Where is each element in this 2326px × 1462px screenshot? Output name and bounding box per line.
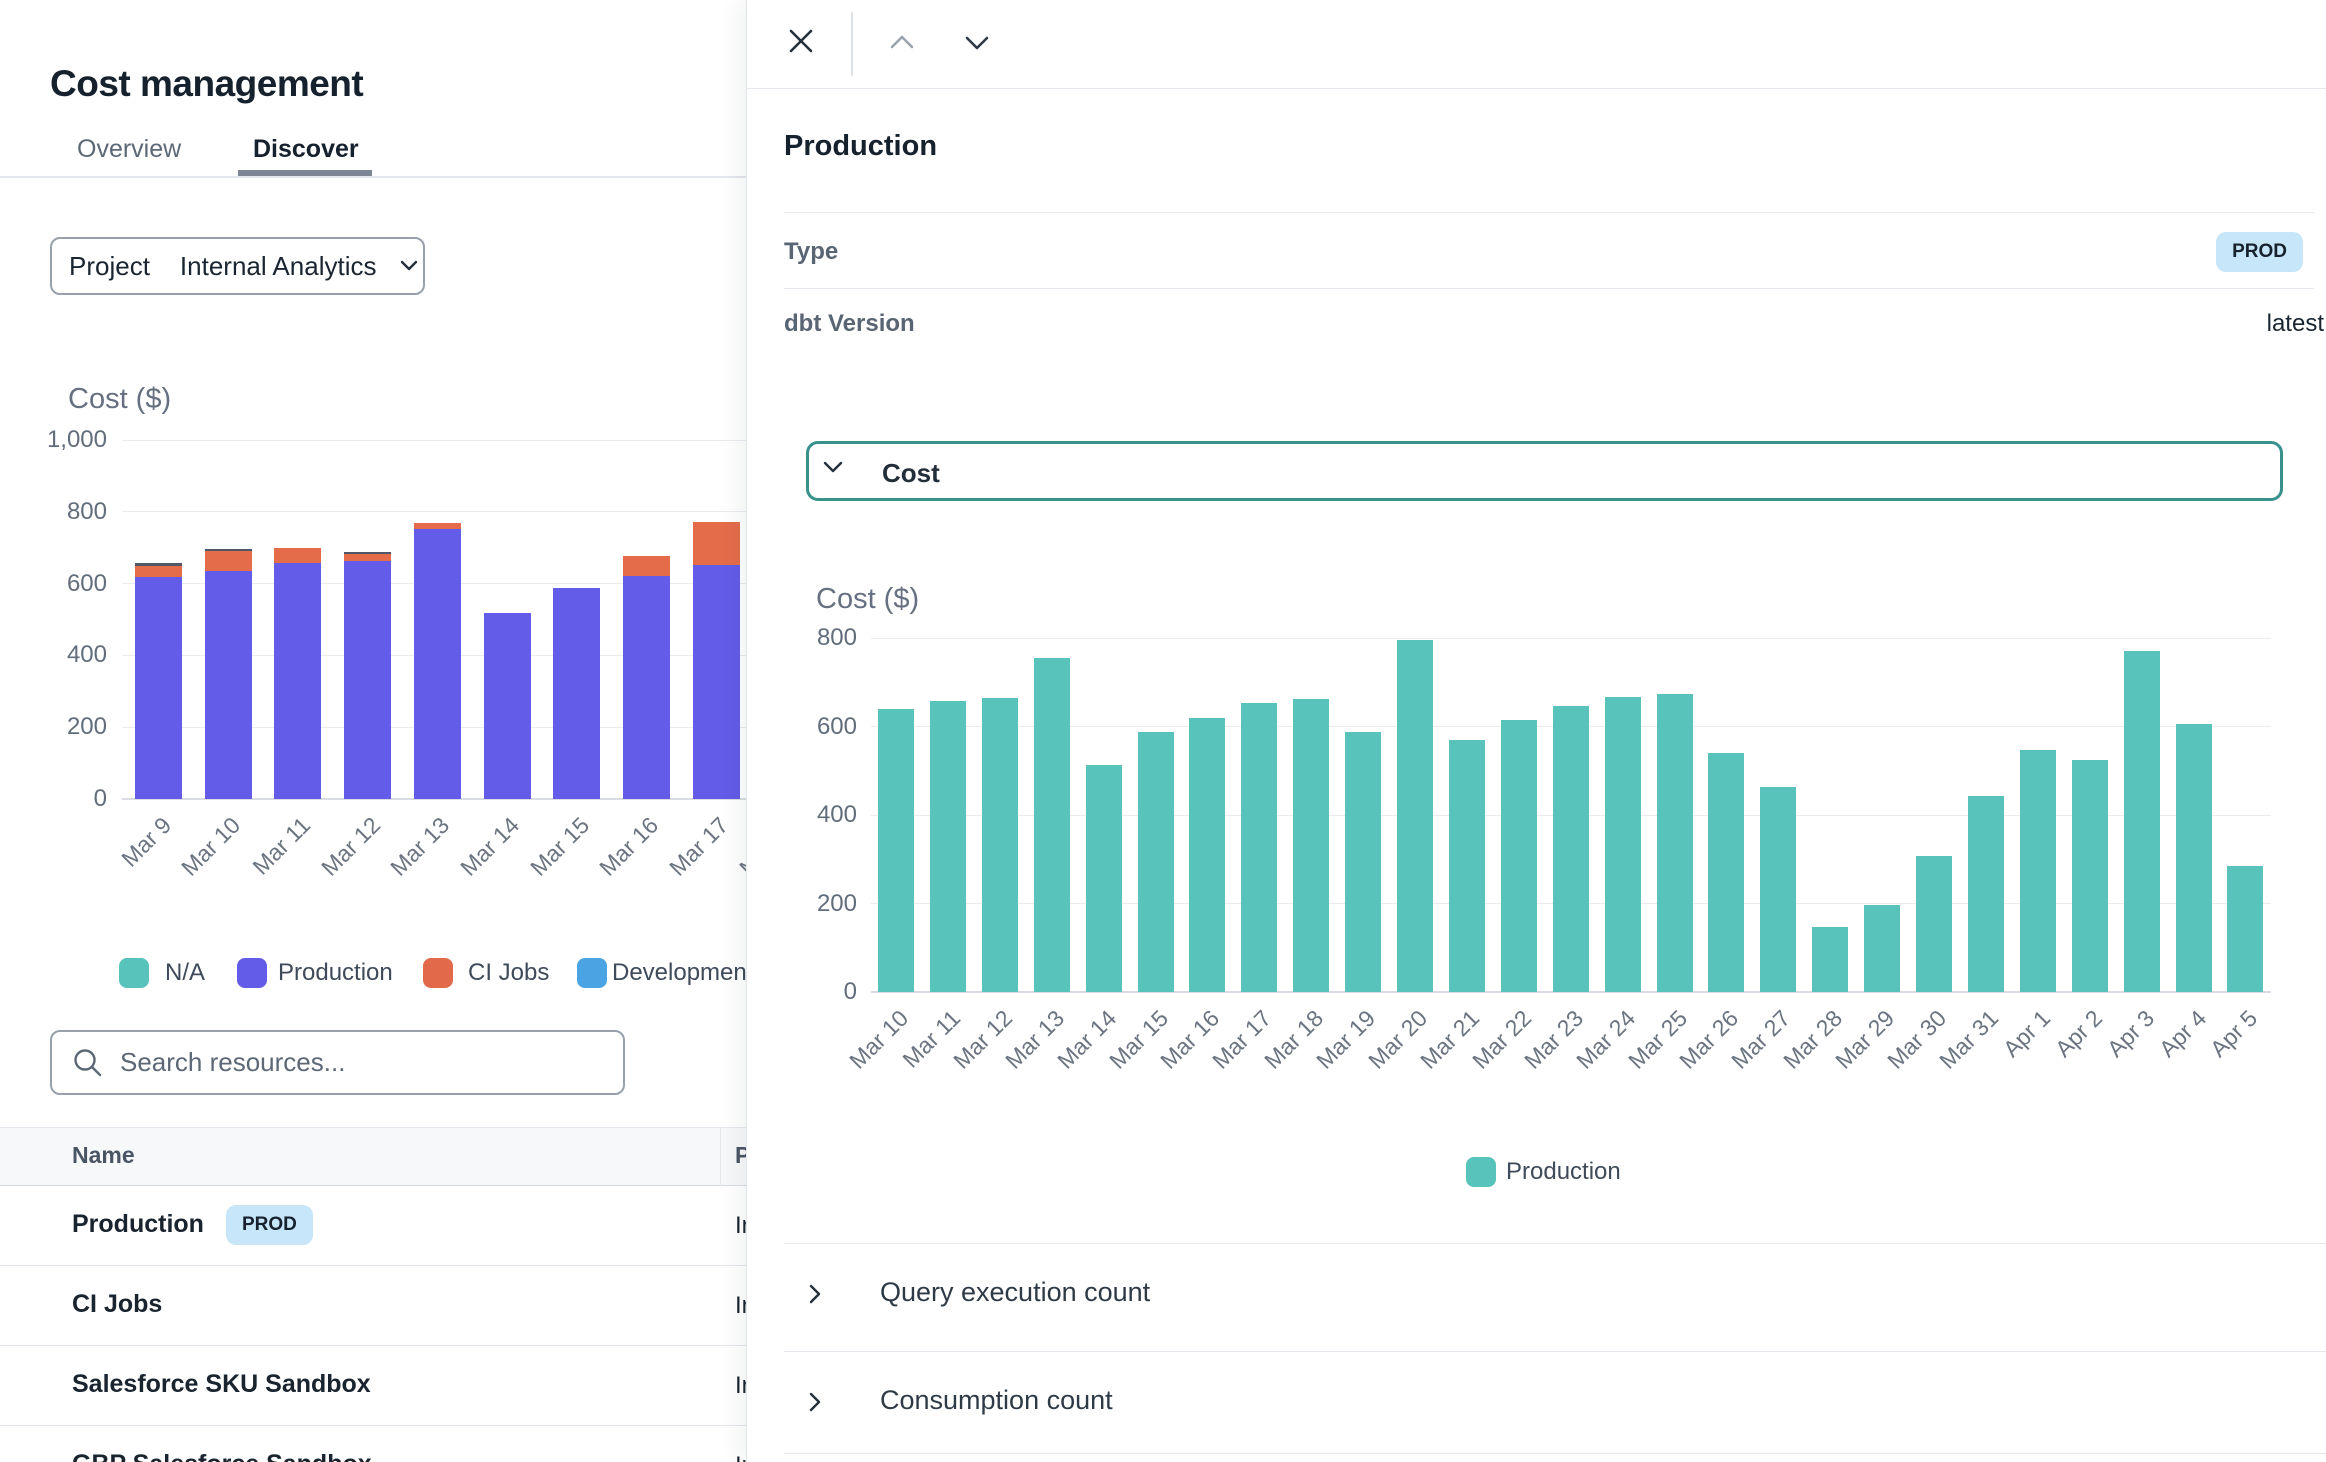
bar-production-mar-24[interactable] (1605, 697, 1641, 992)
bar-production-apr-4[interactable] (2176, 724, 2212, 992)
bar-production-mar-31[interactable] (1968, 796, 2004, 992)
bar-production-mar-15[interactable] (1138, 732, 1174, 992)
bar-production-apr-2[interactable] (2072, 760, 2108, 992)
bar-production-mar-12[interactable] (982, 698, 1018, 992)
bar-production-mar-10[interactable] (878, 709, 914, 992)
bar-production-apr-3[interactable] (2124, 651, 2160, 992)
bar-production-mar-28[interactable] (1812, 927, 1848, 992)
bar-production-mar-20[interactable] (1397, 640, 1433, 992)
bar-production-mar-27[interactable] (1760, 787, 1796, 992)
production-detail-panel: Production Type PROD dbt Version latest … (746, 0, 2326, 1462)
y-tick-label: 800 (762, 623, 857, 653)
bar-production-mar-21[interactable] (1449, 740, 1485, 992)
bar-production-mar-18[interactable] (1293, 699, 1329, 992)
bar-production-mar-25[interactable] (1657, 694, 1693, 992)
bar-production-apr-1[interactable] (2020, 750, 2056, 992)
y-tick-label: 200 (762, 889, 857, 919)
bar-production-apr-5[interactable] (2227, 866, 2263, 992)
y-tick-label: 400 (762, 800, 857, 830)
bar-production-mar-16[interactable] (1189, 718, 1225, 992)
bar-production-mar-17[interactable] (1241, 703, 1277, 992)
production-cost-chart: 8006004002000Mar 10Mar 11Mar 12Mar 13Mar… (1, 0, 2326, 1462)
bar-production-mar-23[interactable] (1553, 706, 1589, 992)
bar-production-mar-26[interactable] (1708, 753, 1744, 992)
bar-production-mar-22[interactable] (1501, 720, 1537, 992)
bar-production-mar-13[interactable] (1034, 658, 1070, 992)
app-window: Cost management Overview Discover Projec… (0, 0, 2326, 1462)
y-tick-label: 0 (762, 977, 857, 1007)
bar-production-mar-30[interactable] (1916, 856, 1952, 992)
y-tick-label: 600 (762, 712, 857, 742)
gridline (871, 638, 2271, 639)
bar-production-mar-14[interactable] (1086, 765, 1122, 992)
bar-production-mar-11[interactable] (930, 701, 966, 992)
bar-production-mar-29[interactable] (1864, 905, 1900, 992)
bar-production-mar-19[interactable] (1345, 732, 1381, 992)
